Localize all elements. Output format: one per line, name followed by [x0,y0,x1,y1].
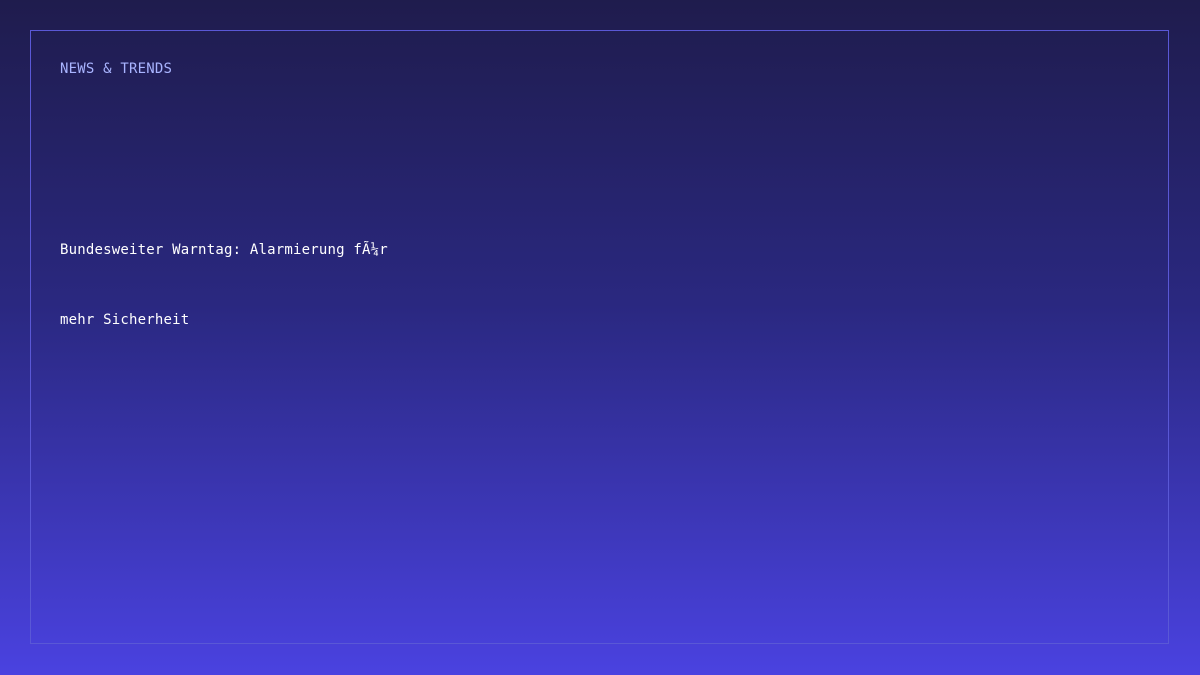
section-label: NEWS & TRENDS [60,61,173,77]
headline-line-2: mehr Sicherheit [60,312,190,328]
headline[interactable]: Bundesweiter Warntag: Alarmierung fÃ¼r m… [60,198,480,373]
content-frame: NEWS & TRENDS Bundesweiter Warntag: Alar… [30,30,1169,644]
headline-line-1: Bundesweiter Warntag: Alarmierung fÃ¼r [60,242,388,258]
